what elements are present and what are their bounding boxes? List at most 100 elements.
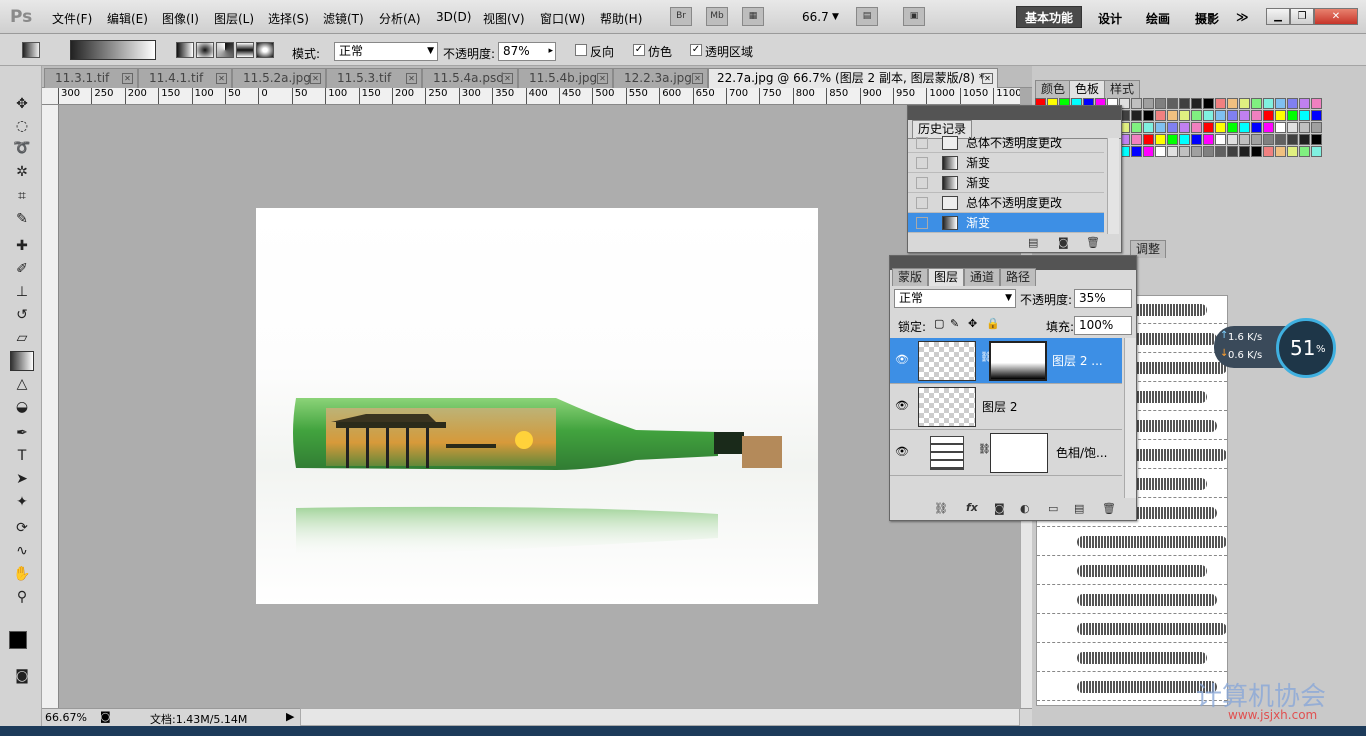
mini-bridge-button[interactable]: Mb: [706, 7, 728, 26]
marquee-tool-icon[interactable]: ◌: [10, 116, 34, 136]
adjustment-layer-icon[interactable]: ◐: [1020, 502, 1030, 515]
color-swatch[interactable]: [1215, 122, 1226, 133]
lock-paint-icon[interactable]: ✎: [950, 317, 959, 330]
color-swatch[interactable]: [1167, 98, 1178, 109]
color-swatch[interactable]: [1287, 110, 1298, 121]
color-swatch[interactable]: [1143, 98, 1154, 109]
history-item[interactable]: 总体不透明度更改: [908, 133, 1104, 153]
history-item[interactable]: 总体不透明度更改: [908, 193, 1104, 213]
color-swatch[interactable]: [1287, 134, 1298, 145]
color-swatch[interactable]: [1287, 98, 1298, 109]
menu-3d[interactable]: 3D(D): [436, 10, 471, 24]
close-icon[interactable]: ✕: [502, 73, 513, 84]
history-snapshot-box[interactable]: [916, 177, 928, 189]
eye-icon[interactable]: 👁: [894, 352, 910, 368]
bridge-button[interactable]: Br: [670, 7, 692, 26]
layer-row[interactable]: 👁 ⛓ 色相/饱...: [890, 430, 1122, 476]
path-select-icon[interactable]: ➤: [10, 469, 34, 489]
color-swatch[interactable]: [1299, 122, 1310, 133]
color-swatch[interactable]: [1275, 122, 1286, 133]
color-swatch[interactable]: [1167, 134, 1178, 145]
menu-help[interactable]: 帮助(H): [600, 10, 642, 27]
blur-tool-icon[interactable]: △: [10, 374, 34, 394]
lock-move-icon[interactable]: ✥: [968, 317, 977, 330]
quick-mask-icon[interactable]: ◙: [10, 666, 34, 686]
tab-color[interactable]: 颜色: [1035, 80, 1072, 98]
color-swatch[interactable]: [1227, 146, 1238, 157]
color-swatch[interactable]: [1251, 110, 1262, 121]
color-swatch[interactable]: [1191, 98, 1202, 109]
history-item-selected[interactable]: 渐变: [908, 213, 1104, 233]
color-swatch[interactable]: [1239, 134, 1250, 145]
hand-tool-icon[interactable]: ✋: [10, 564, 34, 584]
type-tool-icon[interactable]: T: [10, 446, 34, 466]
color-swatch[interactable]: [1155, 98, 1166, 109]
layer-row[interactable]: 👁 图层 2: [890, 384, 1122, 430]
color-swatch[interactable]: [1227, 122, 1238, 133]
color-swatch[interactable]: [1263, 110, 1274, 121]
extras-button[interactable]: ▦: [742, 7, 764, 26]
tab-document[interactable]: 11.5.3.tif ✕: [326, 68, 422, 88]
menu-analysis[interactable]: 分析(A): [379, 10, 421, 27]
color-swatch[interactable]: [1131, 122, 1142, 133]
color-swatch[interactable]: [1287, 122, 1298, 133]
snapshot-icon[interactable]: ◙: [1058, 236, 1069, 249]
info-icon[interactable]: ◙: [100, 710, 111, 723]
zoom-dropdown-icon[interactable]: ▼: [832, 12, 839, 22]
color-swatch[interactable]: [1299, 134, 1310, 145]
layer-name[interactable]: 色相/饱...: [1056, 444, 1108, 461]
close-button[interactable]: ✕: [1314, 8, 1358, 25]
new-document-icon[interactable]: ▤: [1028, 236, 1038, 249]
color-swatch[interactable]: [1311, 146, 1322, 157]
zoom-level[interactable]: 66.7: [802, 10, 829, 24]
minimize-button[interactable]: ▁: [1266, 8, 1290, 25]
link-icon[interactable]: ⛓: [978, 444, 991, 455]
diamond-gradient-icon[interactable]: [256, 42, 274, 58]
color-swatch[interactable]: [1203, 110, 1214, 121]
color-swatch[interactable]: [1215, 146, 1226, 157]
close-icon[interactable]: ✕: [216, 73, 227, 84]
brush-tool-icon[interactable]: ✐: [10, 259, 34, 279]
color-swatch[interactable]: [1251, 134, 1262, 145]
color-swatch[interactable]: [1251, 98, 1262, 109]
fill-input[interactable]: 100%: [1074, 316, 1132, 335]
close-icon[interactable]: ✕: [406, 73, 417, 84]
color-swatch[interactable]: [1263, 122, 1274, 133]
color-swatch[interactable]: [1311, 110, 1322, 121]
zoom-readout[interactable]: 66.67%: [45, 711, 87, 724]
color-swatch[interactable]: [1299, 98, 1310, 109]
color-swatch[interactable]: [1311, 134, 1322, 145]
color-swatch[interactable]: [1203, 134, 1214, 145]
color-swatch[interactable]: [1191, 134, 1202, 145]
status-menu-arrow-icon[interactable]: ▶: [286, 710, 294, 723]
color-swatch[interactable]: [1215, 98, 1226, 109]
color-swatch[interactable]: [1155, 146, 1166, 157]
brush-preset[interactable]: [1037, 557, 1227, 585]
opacity-input[interactable]: 87% ▸: [498, 42, 556, 61]
history-snapshot-box[interactable]: [916, 197, 928, 209]
color-swatch[interactable]: [1155, 110, 1166, 121]
color-swatch[interactable]: [1203, 98, 1214, 109]
reflected-gradient-icon[interactable]: [236, 42, 254, 58]
tab-masks[interactable]: 蒙版: [892, 268, 929, 286]
mode-select[interactable]: 正常 ▼: [334, 42, 438, 61]
blend-mode-select[interactable]: 正常 ▼: [894, 289, 1016, 308]
color-swatch[interactable]: [1143, 110, 1154, 121]
history-snapshot-box[interactable]: [916, 217, 928, 229]
color-swatch[interactable]: [1275, 98, 1286, 109]
workspace-essentials[interactable]: 基本功能: [1016, 6, 1082, 28]
gradient-tool-icon[interactable]: [10, 351, 34, 371]
layer-mask-thumbnail[interactable]: [990, 433, 1048, 473]
3d-rotate-icon[interactable]: ⟳: [10, 518, 34, 538]
tab-document[interactable]: 11.4.1.tif ✕: [138, 68, 232, 88]
workspace-photography[interactable]: 摄影: [1195, 10, 1219, 27]
history-item[interactable]: 渐变: [908, 173, 1104, 193]
color-swatch[interactable]: [1251, 146, 1262, 157]
color-swatch[interactable]: [1179, 146, 1190, 157]
color-swatch[interactable]: [1275, 146, 1286, 157]
new-group-icon[interactable]: ▭: [1048, 502, 1058, 515]
color-swatch[interactable]: [1275, 110, 1286, 121]
history-snapshot-box[interactable]: [916, 157, 928, 169]
menu-filter[interactable]: 滤镜(T): [323, 10, 364, 27]
brush-preset[interactable]: [1037, 586, 1227, 614]
